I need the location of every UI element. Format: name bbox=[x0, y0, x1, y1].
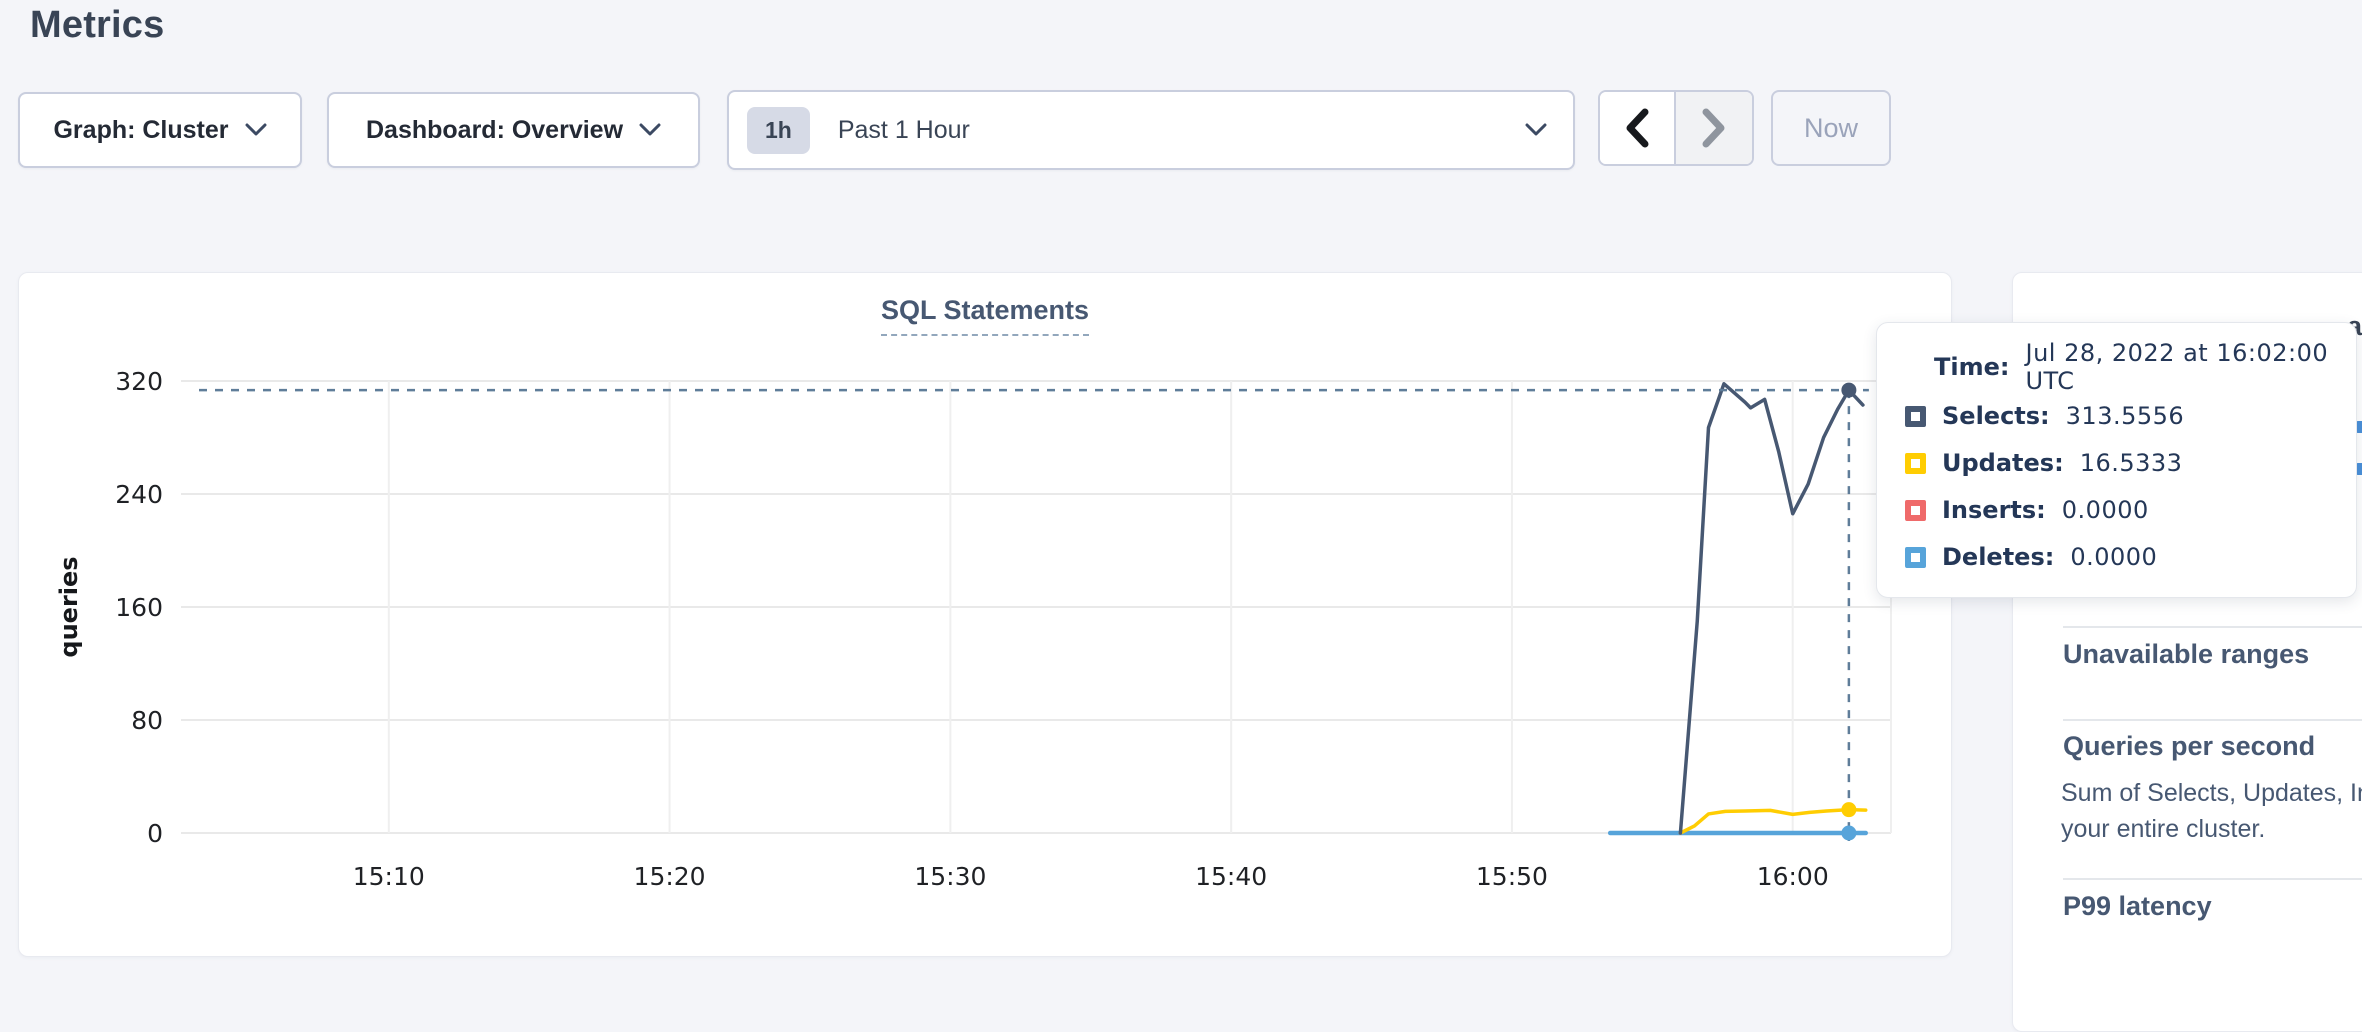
divider bbox=[2063, 878, 2362, 880]
y-tick-label: 160 bbox=[115, 593, 163, 622]
tooltip-time-label: Time: bbox=[1934, 353, 2009, 381]
chevron-down-icon bbox=[1525, 123, 1547, 137]
time-range-label: Past 1 Hour bbox=[838, 116, 970, 145]
time-range-selector[interactable]: 1h Past 1 Hour bbox=[727, 90, 1575, 170]
tooltip-series-value: 0.0000 bbox=[2070, 543, 2157, 571]
divider bbox=[2063, 626, 2362, 628]
sql-statements-chart-card: SQL Statements 08016024032015:1015:2015:… bbox=[18, 272, 1952, 957]
x-tick-label: 15:40 bbox=[1195, 862, 1267, 891]
summary-body-line: your entire cluster. bbox=[2061, 811, 2265, 847]
chevron-down-icon bbox=[639, 123, 661, 137]
summary-heading-unavailable-ranges: Unavailable ranges bbox=[2063, 639, 2309, 670]
tooltip-series-value: 0.0000 bbox=[2062, 496, 2149, 524]
tooltip-time-value: Jul 28, 2022 at 16:02:00 UTC bbox=[2025, 339, 2356, 395]
hover-marker-deletes bbox=[1841, 826, 1856, 841]
y-tick-label: 0 bbox=[147, 819, 163, 848]
tooltip-row-deletes: Deletes: 0.0000 bbox=[1877, 535, 2157, 579]
divider bbox=[2063, 719, 2362, 721]
y-tick-label: 240 bbox=[115, 480, 163, 509]
sql-statements-chart[interactable]: 0 80 160 240 320 15:10 15:20 15:30 15:40 15:50 16:… bbox=[19, 273, 1953, 958]
dashboard-dropdown[interactable]: Dashboard: Overview bbox=[327, 92, 700, 168]
time-nav-group bbox=[1598, 90, 1754, 166]
page-title: Metrics bbox=[30, 4, 164, 47]
graph-scope-dropdown-label: Graph: Cluster bbox=[53, 116, 228, 145]
inserts-swatch-icon bbox=[1905, 500, 1926, 521]
deletes-swatch-icon bbox=[1905, 547, 1926, 568]
summary-body-line: Sum of Selects, Updates, Inser bbox=[2061, 775, 2362, 811]
tooltip-series-label: Updates: bbox=[1942, 449, 2064, 477]
chevron-right-icon bbox=[1701, 108, 1727, 148]
x-tick-label: 15:10 bbox=[353, 862, 425, 891]
tooltip-series-label: Selects: bbox=[1942, 402, 2050, 430]
tooltip-row-updates: Updates: 16.5333 bbox=[1877, 441, 2182, 485]
tooltip-series-value: 313.5556 bbox=[2066, 402, 2185, 430]
tooltip-time-row: Time: Jul 28, 2022 at 16:02:00 UTC bbox=[1877, 345, 2356, 389]
x-tick-label: 15:50 bbox=[1476, 862, 1548, 891]
next-time-button-disabled[interactable] bbox=[1676, 92, 1752, 164]
tooltip-row-inserts: Inserts: 0.0000 bbox=[1877, 488, 2149, 532]
y-axis-label: queries bbox=[55, 556, 83, 657]
summary-heading-p99-latency: P99 latency bbox=[2063, 891, 2212, 922]
tooltip-series-label: Inserts: bbox=[1942, 496, 2046, 524]
series-line-selects bbox=[1680, 384, 1863, 833]
prev-time-button[interactable] bbox=[1600, 92, 1676, 164]
series-line-updates bbox=[1680, 810, 1865, 833]
graph-scope-dropdown[interactable]: Graph: Cluster bbox=[18, 92, 302, 168]
y-tick-label: 80 bbox=[131, 706, 163, 735]
chevron-left-icon bbox=[1624, 108, 1650, 148]
summary-heading-queries-per-second: Queries per second bbox=[2063, 731, 2315, 762]
time-range-badge: 1h bbox=[747, 107, 810, 154]
x-tick-label: 16:00 bbox=[1757, 862, 1829, 891]
x-tick-label: 15:20 bbox=[634, 862, 706, 891]
hover-marker-updates bbox=[1841, 802, 1856, 817]
dashboard-dropdown-label: Dashboard: Overview bbox=[366, 116, 623, 145]
hover-marker-selects bbox=[1841, 383, 1856, 398]
tooltip-series-value: 16.5333 bbox=[2080, 449, 2183, 477]
now-button[interactable]: Now bbox=[1771, 90, 1891, 166]
chevron-down-icon bbox=[245, 123, 267, 137]
tooltip-row-selects: Selects: 313.5556 bbox=[1877, 394, 2184, 438]
chart-hover-tooltip: Time: Jul 28, 2022 at 16:02:00 UTC Selec… bbox=[1876, 322, 2357, 598]
updates-swatch-icon bbox=[1905, 453, 1926, 474]
x-tick-label: 15:30 bbox=[914, 862, 986, 891]
tooltip-series-label: Deletes: bbox=[1942, 543, 2054, 571]
y-tick-label: 320 bbox=[115, 367, 163, 396]
selects-swatch-icon bbox=[1905, 406, 1926, 427]
